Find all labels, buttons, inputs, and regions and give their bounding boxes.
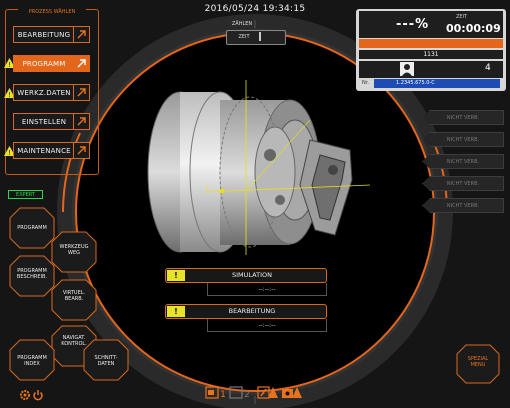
svg-text:1: 1 [220,390,226,399]
gear-icon[interactable] [19,389,31,401]
datetime: 2016/05/24 19:34:15 [204,4,306,14]
mode-count-tab[interactable]: ZÄHLEN [222,21,262,27]
simulation-time: --:--:-- [207,283,327,296]
menu-item-programm[interactable]: PROGRAMM [13,55,75,72]
camera-alert-icon[interactable] [281,386,303,399]
time-label: ZEIT [456,14,468,20]
hex-button-programm-index[interactable]: PROGRAMM INDEX [12,355,52,367]
menu-item-bearbeitung[interactable]: BEARBEITUNG [13,26,75,43]
arrow-up-right-icon [77,59,86,68]
power-icon[interactable] [32,389,44,401]
tool-alert-icon[interactable] [257,386,279,399]
spezial-menu-button[interactable]: SPEZIAL MENU [460,356,496,368]
process-menu-title: PROZESS WÄHLEN [18,9,86,15]
side-button-5[interactable]: NICHT VERB. [422,198,504,213]
bearbeitung-title: BEARBEITUNG [228,307,276,315]
hex-button-virtuel-bearb[interactable]: VIRTUEL. BEARB. [54,290,94,302]
hex-button-frames [9,207,129,381]
progress-bar [359,39,503,48]
mode-switch[interactable]: ZEIT [226,30,286,45]
svg-text:!: ! [8,149,11,156]
menu-item-maintenance[interactable]: MAINTENANCE [13,142,75,159]
program-id-label: Nr. [362,80,369,86]
svg-text:!: ! [8,91,11,98]
hex-button-schnitt-daten[interactable]: SCHNITT- DATEN [86,355,126,367]
side-button-1[interactable]: NICHT VERB. [422,110,504,125]
arrow-up-right-icon [77,146,86,155]
svg-text:!: ! [8,61,11,68]
arrow-up-right-icon [77,117,86,126]
side-button-3[interactable]: NICHT VERB. [422,154,504,169]
side-button-2[interactable]: NICHT VERB. [422,132,504,147]
expert-badge: EXPERT [8,190,43,199]
hex-button-programm-beschreib[interactable]: PROGRAMM BESCHREIB. [12,268,52,280]
menu-arrow-werkz-daten[interactable] [73,84,90,101]
menu-arrow-bearbeitung[interactable] [73,26,90,43]
menu-arrow-einstellen[interactable] [73,113,90,130]
part-3d-model[interactable] [130,80,370,255]
part-count: 1131 [359,50,503,59]
menu-item-werkz-daten[interactable]: WERKZ.DATEN [13,84,75,101]
machine-2-icon[interactable]: 2 [229,386,251,399]
user-bar [359,61,503,78]
axis-label-y: Y [205,185,209,192]
menu-item-einstellen[interactable]: EINSTELLEN [13,113,75,130]
user-icon [400,62,414,76]
progress-percent: ---% [396,17,430,32]
svg-text:2: 2 [244,390,250,399]
elapsed-time: 00:00:09 [446,22,501,35]
hex-button-programm[interactable]: PROGRAMM [12,225,52,231]
program-id: 1.2345.675.0-C [374,79,500,88]
side-button-4[interactable]: NICHT VERB. [422,176,504,191]
machine-1-icon[interactable]: 1 [205,386,227,399]
mode-switch-indicator [259,32,261,41]
bearbeitung-time: --:--:-- [207,319,327,332]
mode-time-tab[interactable]: ZEIT [229,34,259,40]
simulation-title: SIMULATION [232,271,272,279]
bottom-toolbar: 1 2 [205,386,305,399]
hex-button-navigat-kontrol[interactable]: NAVIGAT. KONTROL. [54,335,94,347]
menu-arrow-programm[interactable] [73,55,90,72]
user-count: 4 [485,63,491,73]
arrow-up-right-icon [77,30,86,39]
menu-arrow-maintenance[interactable] [73,142,90,159]
hex-button-werkzeug-weg[interactable]: WERKZEUG WEG [54,244,94,256]
arrow-up-right-icon [77,88,86,97]
